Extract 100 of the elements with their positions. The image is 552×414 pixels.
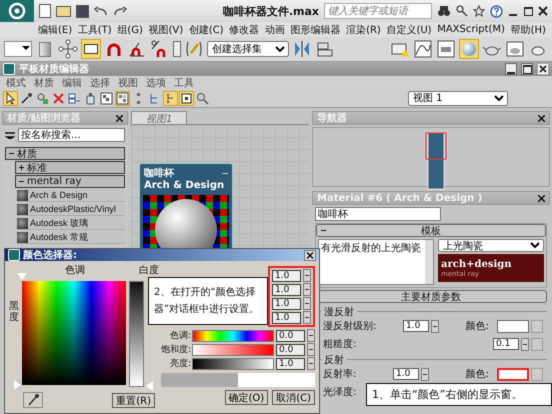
- binoculars-icon[interactable]: [437, 5, 451, 17]
- checker-icon[interactable]: [116, 92, 129, 104]
- category-header[interactable]: mental ray: [15, 175, 125, 188]
- blackness-marker-icon[interactable]: [14, 380, 21, 390]
- material-item[interactable]: Autodesk 常规: [17, 231, 125, 244]
- rollout-header[interactable]: 模板: [316, 224, 546, 237]
- menu-item[interactable]: 材质: [34, 76, 54, 90]
- checker-icon[interactable]: [100, 92, 113, 104]
- color-swatch[interactable]: [497, 320, 529, 332]
- number-spinner[interactable]: 1.0: [272, 298, 301, 310]
- menu-item[interactable]: 视图: [118, 76, 138, 90]
- number-spinner[interactable]: 1.0: [272, 270, 301, 282]
- menu-item[interactable]: 自定义(U): [386, 22, 432, 36]
- close-icon[interactable]: [304, 250, 316, 260]
- pointer-icon[interactable]: [4, 92, 17, 104]
- help-icon[interactable]: [490, 4, 503, 18]
- material-item[interactable]: AutodeskPlastic/Vinyl: [17, 203, 125, 216]
- eyedropper-icon[interactable]: [23, 392, 43, 408]
- dropdown-field[interactable]: [4, 41, 32, 57]
- menu-item[interactable]: 创建(C): [188, 22, 224, 36]
- menu-item[interactable]: 工具: [174, 76, 194, 90]
- menu-item[interactable]: 渲染(R): [346, 22, 381, 36]
- schematic-icon[interactable]: [436, 39, 456, 59]
- number-spinner[interactable]: 1.0: [403, 320, 429, 332]
- menu-item[interactable]: 选择: [90, 76, 110, 90]
- ok-button[interactable]: 确定(O): [224, 390, 268, 405]
- star-icon[interactable]: [473, 5, 485, 17]
- mirror-icon[interactable]: [292, 39, 312, 59]
- menu-item[interactable]: 视图(V): [148, 22, 184, 36]
- reset-button[interactable]: 重置(R): [112, 392, 155, 408]
- menu-item[interactable]: 图形编辑器: [290, 22, 340, 36]
- spinner-arrows-icon[interactable]: [307, 343, 315, 356]
- search-field[interactable]: 键入关键字或短语: [324, 3, 432, 19]
- hierarchy-icon[interactable]: [58, 39, 78, 59]
- app-logo-icon[interactable]: [0, 0, 34, 22]
- number-spinner[interactable]: 1.0: [272, 312, 301, 324]
- material-item[interactable]: Arch & Design: [17, 189, 125, 202]
- close-icon[interactable]: [538, 114, 545, 122]
- save-icon[interactable]: [76, 4, 89, 18]
- menu-item[interactable]: 动画: [264, 22, 285, 36]
- spinner-arrows-icon[interactable]: [521, 338, 529, 350]
- close-icon[interactable]: [116, 114, 123, 122]
- close-icon[interactable]: [538, 6, 548, 16]
- view-dropdown[interactable]: 视图 1: [408, 90, 508, 106]
- menu-item[interactable]: 编辑: [62, 76, 82, 90]
- zoom-icon[interactable]: [196, 92, 209, 104]
- eyedropper-icon[interactable]: [20, 92, 33, 104]
- number-spinner[interactable]: 0.0: [276, 330, 305, 342]
- menu-item[interactable]: 工具(T): [78, 22, 112, 36]
- cancel-button[interactable]: 取消(C): [272, 390, 315, 405]
- maximize-icon[interactable]: [523, 6, 533, 16]
- close-icon[interactable]: [537, 63, 549, 75]
- number-spinner[interactable]: 0.1: [493, 338, 519, 350]
- material-name-field[interactable]: 咖啡杯: [315, 207, 441, 221]
- menu-item[interactable]: MAXScript(M): [437, 24, 505, 35]
- template-list[interactable]: 有光滑反射的上光陶瓷: [318, 239, 434, 285]
- category-header[interactable]: 材质: [5, 147, 125, 160]
- close-icon[interactable]: [538, 194, 545, 202]
- menu-item[interactable]: 模式: [6, 76, 26, 90]
- number-spinner[interactable]: 0.0: [276, 344, 305, 356]
- spinner-arrows-icon[interactable]: [303, 283, 311, 296]
- hue-marker-icon[interactable]: [17, 273, 27, 280]
- material-item[interactable]: Autodesk 玻璃: [17, 217, 125, 230]
- spinner-arrows-icon[interactable]: [421, 368, 429, 380]
- color-swatch[interactable]: [497, 368, 529, 380]
- menu-item[interactable]: 修改器: [229, 22, 260, 36]
- view-tab[interactable]: 视图1: [131, 111, 188, 124]
- number-spinner[interactable]: 1.0: [272, 284, 301, 296]
- spinner-arrows-icon[interactable]: [303, 297, 311, 310]
- maximize-icon[interactable]: [521, 63, 533, 75]
- number-spinner[interactable]: 1.0: [276, 358, 305, 370]
- spinner-arrows-icon[interactable]: [303, 311, 311, 324]
- bottle-icon[interactable]: [84, 92, 97, 104]
- panel-title: Material #6 ( Arch & Design ): [317, 192, 482, 204]
- tree-icon[interactable]: [164, 92, 177, 104]
- menu-item[interactable]: 帮助(H): [510, 22, 546, 36]
- pencil-icon[interactable]: [184, 39, 204, 59]
- number-spinner[interactable]: 1.0: [393, 368, 419, 380]
- render-frame-icon[interactable]: [505, 39, 525, 59]
- undo-icon[interactable]: [94, 6, 108, 16]
- field-label: 颜色:: [466, 320, 489, 333]
- category-header[interactable]: 标准: [15, 161, 125, 174]
- new-file-icon[interactable]: [39, 4, 51, 18]
- menu-icon[interactable]: [5, 132, 15, 138]
- spinner-arrows-icon[interactable]: [431, 320, 439, 332]
- minimize-icon[interactable]: [505, 63, 517, 75]
- spinner-arrows-icon[interactable]: [307, 357, 315, 370]
- search-field[interactable]: 按名称搜索...: [18, 128, 125, 142]
- selection-set-dropdown[interactable]: 创建选择集: [207, 41, 289, 57]
- frame-icon[interactable]: [180, 92, 193, 104]
- menu-item[interactable]: 组(G): [117, 22, 143, 36]
- template-dropdown[interactable]: 上光陶瓷: [438, 239, 544, 252]
- redo-icon[interactable]: [113, 6, 127, 16]
- curve-editor-icon[interactable]: [413, 39, 433, 59]
- menu-item[interactable]: 选项: [146, 76, 166, 90]
- spinner-arrows-icon[interactable]: [303, 269, 311, 282]
- folder-icon[interactable]: [56, 6, 71, 16]
- delete-icon[interactable]: [52, 92, 65, 104]
- menu-item[interactable]: 编辑(E): [38, 22, 72, 36]
- spinner-arrows-icon[interactable]: [307, 329, 315, 342]
